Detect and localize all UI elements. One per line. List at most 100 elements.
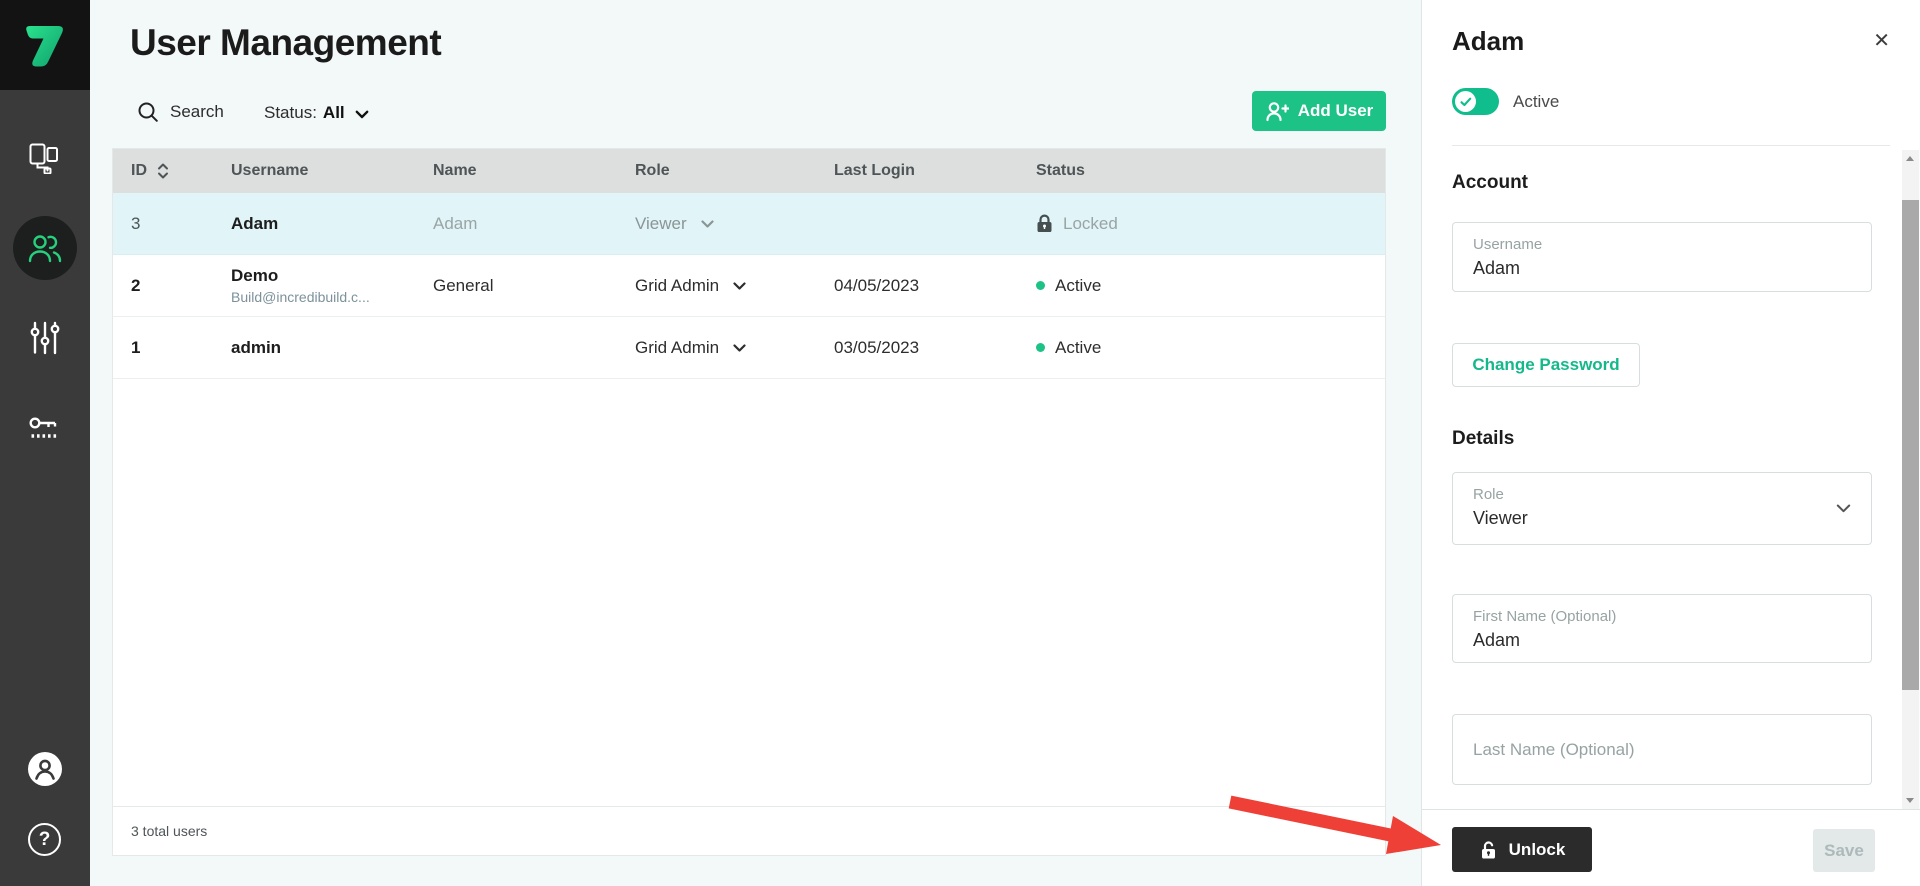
add-user-icon (1265, 100, 1289, 122)
details-section-title: Details (1452, 428, 1514, 450)
status-badge: Active (1055, 338, 1101, 358)
search-placeholder: Search (170, 102, 224, 122)
cell-name: Adam (433, 214, 635, 234)
username-text: Demo (231, 266, 433, 286)
key-icon (28, 415, 62, 442)
role-select-label: Role (1473, 486, 1851, 503)
table-empty-space (113, 379, 1385, 806)
column-status: Status (1036, 162, 1385, 180)
cell-status: Active (1036, 276, 1385, 296)
role-dropdown[interactable]: Grid Admin (635, 276, 746, 296)
sidebar-item-settings[interactable] (13, 306, 77, 370)
divider (1452, 145, 1890, 146)
account-icon (27, 751, 63, 787)
sidebar-item-account[interactable] (27, 751, 63, 787)
cell-name: General (433, 276, 635, 296)
incredibuild-logo (0, 0, 90, 90)
first-name-field[interactable]: First Name (Optional) Adam (1452, 594, 1872, 663)
unlock-icon (1479, 840, 1498, 860)
search-input[interactable]: Search (137, 101, 224, 123)
change-password-button[interactable]: Change Password (1452, 343, 1640, 387)
check-icon (1460, 97, 1472, 107)
search-icon (137, 101, 159, 123)
panel-scrollbar[interactable] (1902, 150, 1919, 809)
save-button[interactable]: Save (1813, 829, 1875, 872)
sidebar-item-help[interactable]: ? (28, 823, 61, 856)
unlock-button-label: Unlock (1509, 840, 1566, 860)
incredibuild-logo-icon (19, 19, 71, 71)
cell-status: Active (1036, 338, 1385, 358)
scrollbar-thumb[interactable] (1902, 200, 1919, 690)
cell-status: Locked (1036, 214, 1385, 234)
table-header-row: ID Username Name Role Last Login Status (113, 149, 1385, 193)
role-dropdown[interactable]: Viewer (635, 214, 714, 234)
sidebar-item-machines[interactable] (13, 126, 77, 190)
table-row-demo[interactable]: 2 Demo Build@incredibuild.c... General G… (113, 255, 1385, 317)
active-toggle-row: Active (1452, 88, 1559, 115)
add-user-button[interactable]: Add User (1252, 91, 1386, 131)
cell-username: Adam (231, 214, 433, 234)
role-select[interactable]: Role Viewer (1452, 472, 1872, 545)
last-name-field[interactable]: Last Name (Optional) (1452, 714, 1872, 785)
column-username: Username (231, 162, 433, 180)
cell-id: 1 (131, 338, 231, 358)
account-section-title: Account (1452, 172, 1528, 194)
cell-username: Demo Build@incredibuild.c... (231, 266, 433, 305)
add-user-label: Add User (1298, 101, 1374, 121)
table-footer: 3 total users (113, 806, 1385, 855)
help-glyph: ? (39, 829, 51, 851)
app-root: ? User Management Search Status: All Add… (0, 0, 1920, 886)
panel-footer: Unlock Save (1422, 809, 1920, 886)
role-select-value: Viewer (1473, 508, 1851, 529)
status-filter[interactable]: Status: All (264, 103, 369, 123)
status-filter-label: Status: (264, 103, 317, 123)
sidebar-item-users[interactable] (13, 216, 77, 280)
active-toggle-label: Active (1513, 92, 1559, 112)
user-email: Build@incredibuild.c... (231, 289, 433, 305)
username-field[interactable]: Username Adam (1452, 222, 1872, 292)
chevron-down-icon (733, 344, 746, 352)
help-icon: ? (28, 823, 61, 856)
cell-username: admin (231, 338, 433, 358)
toggle-knob (1455, 91, 1476, 112)
table-row-admin[interactable]: 1 admin Grid Admin 03/05/2023 Active (113, 317, 1385, 379)
panel-title: Adam (1452, 26, 1524, 57)
column-role: Role (635, 162, 834, 180)
unlock-button[interactable]: Unlock (1452, 827, 1592, 872)
sidebar: ? (0, 0, 90, 886)
role-dropdown[interactable]: Grid Admin (635, 338, 746, 358)
lock-icon (1036, 214, 1053, 233)
close-icon[interactable]: ✕ (1873, 28, 1890, 53)
chevron-down-icon (1836, 504, 1851, 513)
chevron-down-icon (355, 110, 369, 119)
sliders-icon (29, 321, 61, 355)
user-detail-panel: Adam ✕ Active Account Username Adam Chan… (1421, 0, 1920, 886)
page-title: User Management (130, 22, 441, 64)
column-last-login: Last Login (834, 162, 1036, 180)
column-id-label: ID (131, 162, 147, 180)
cell-last-login: 03/05/2023 (834, 338, 1036, 358)
status-badge: Locked (1063, 214, 1118, 234)
sort-icon[interactable] (157, 162, 169, 180)
first-name-field-label: First Name (Optional) (1473, 608, 1851, 625)
active-dot-icon (1036, 343, 1045, 352)
machines-icon (28, 142, 62, 174)
role-value: Grid Admin (635, 338, 719, 358)
cell-id: 2 (131, 276, 231, 296)
role-value: Grid Admin (635, 276, 719, 296)
users-table: ID Username Name Role Last Login Status … (112, 148, 1386, 856)
role-value: Viewer (635, 214, 687, 234)
active-toggle[interactable] (1452, 88, 1499, 115)
status-badge: Active (1055, 276, 1101, 296)
column-id[interactable]: ID (131, 162, 231, 180)
username-field-label: Username (1473, 236, 1851, 253)
status-filter-value: All (323, 103, 345, 123)
cell-last-login: 04/05/2023 (834, 276, 1036, 296)
cell-id: 3 (131, 214, 231, 234)
active-dot-icon (1036, 281, 1045, 290)
table-row-adam[interactable]: 3 Adam Adam Viewer Locked (113, 193, 1385, 255)
sidebar-item-licenses[interactable] (13, 396, 77, 460)
scrollbar-down-arrow[interactable] (1902, 792, 1919, 809)
scrollbar-up-arrow[interactable] (1902, 150, 1919, 167)
last-name-field-placeholder: Last Name (Optional) (1473, 740, 1635, 760)
